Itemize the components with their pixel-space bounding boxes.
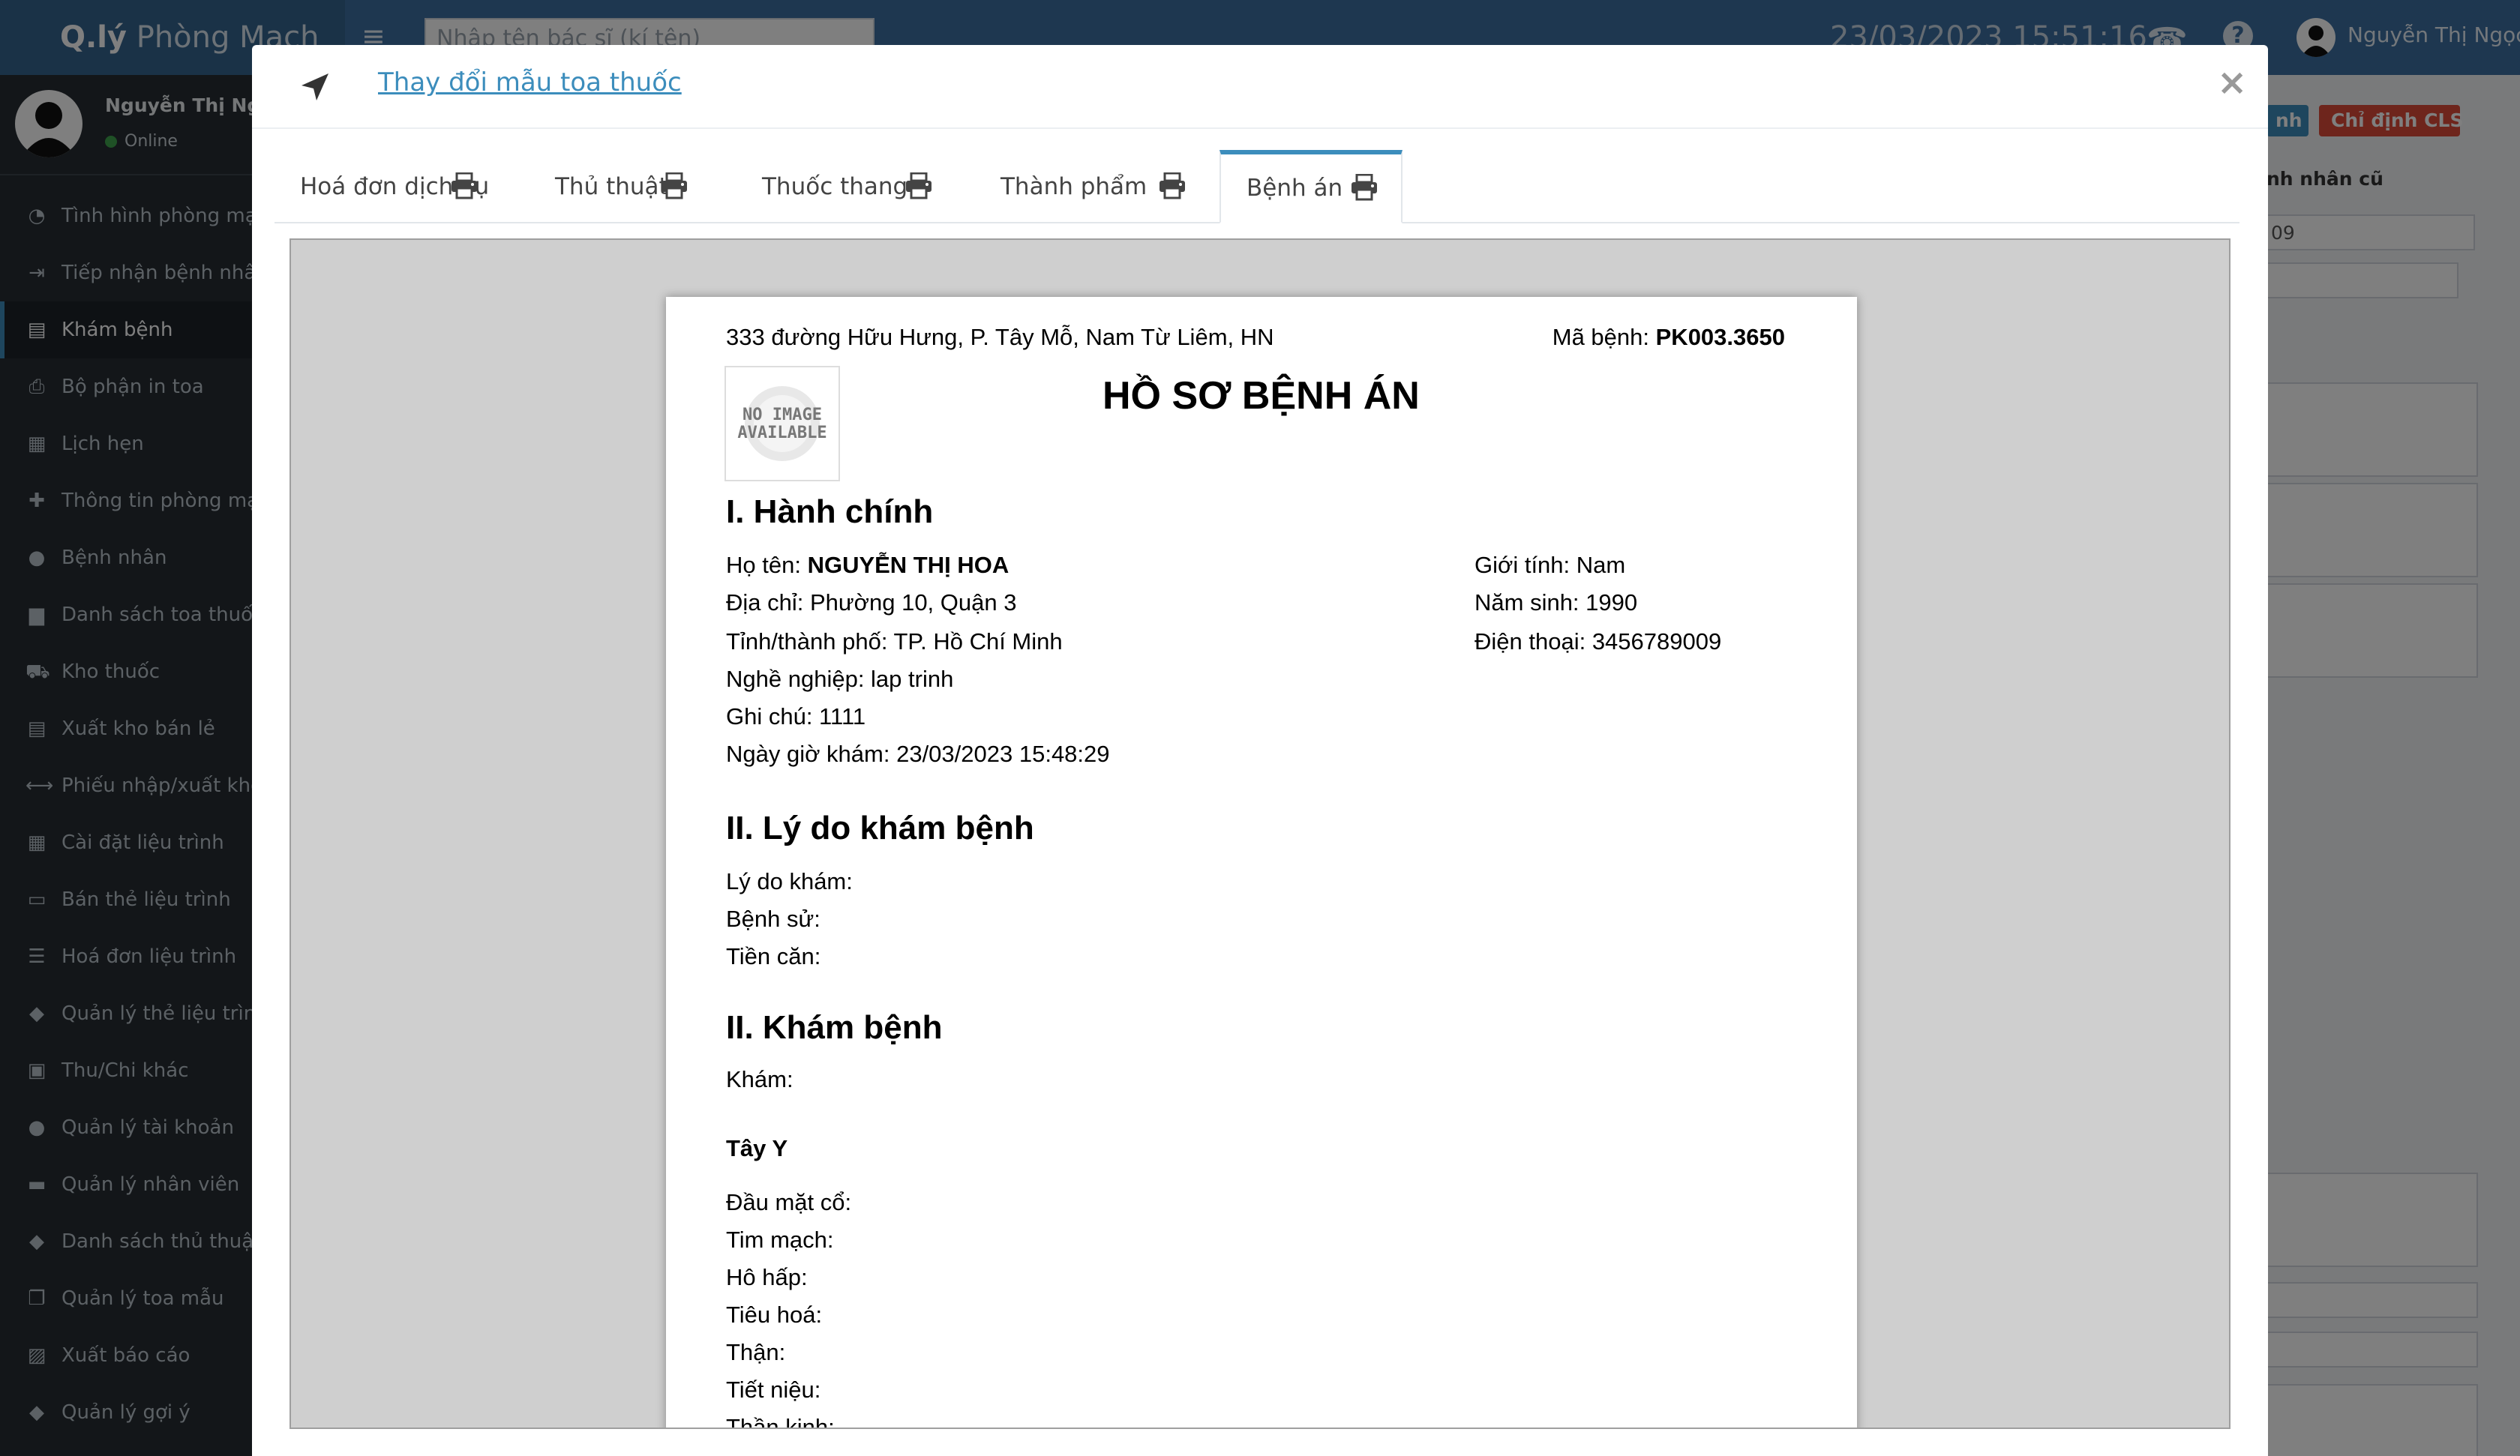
close-button[interactable]: × [2217, 61, 2247, 103]
patient-note: Ghi chú: 1111 [726, 703, 866, 729]
svg-text:NO IMAGE: NO IMAGE [742, 406, 822, 424]
clinic-address: 333 đường Hữu Hưng, P. Tây Mỗ, Nam Từ Li… [726, 324, 1274, 350]
clinic-logo: NO IMAGE AVAILABLE [724, 366, 840, 481]
tab-medical-record[interactable]: Bệnh án [1220, 150, 1402, 223]
tab-finished-products[interactable]: Thành phẩm [975, 150, 1208, 223]
location-arrow-icon [302, 73, 328, 100]
cardio-field: Tim mạch: [726, 1227, 834, 1253]
kidney-field: Thận: [726, 1339, 786, 1365]
print-tabs: Hoá đơn dịch vụ Thủ thuật Thuốc thang Th… [274, 150, 2240, 223]
medical-record-page: 333 đường Hữu Hưng, P. Tây Mỗ, Nam Từ Li… [666, 297, 1857, 1429]
print-icon[interactable] [1350, 174, 1378, 201]
exam-datetime: Ngày giờ khám: 23/03/2023 15:48:29 [726, 741, 1110, 767]
nerve-field: Thần kinh: [726, 1414, 835, 1429]
head-neck-field: Đầu mặt cổ: [726, 1189, 852, 1215]
document-preview[interactable]: 333 đường Hữu Hưng, P. Tây Mỗ, Nam Từ Li… [290, 238, 2230, 1429]
past-history-field: Tiền căn: [726, 943, 821, 969]
section-examination: II. Khám bệnh [726, 1009, 943, 1046]
respiratory-field: Hô hấp: [726, 1264, 808, 1290]
print-icon[interactable] [660, 172, 688, 199]
urinary-field: Tiết niệu: [726, 1377, 821, 1403]
change-template-link[interactable]: Thay đổi mẫu toa thuốc [378, 67, 682, 97]
print-preview-modal: Thay đổi mẫu toa thuốc × Hoá đơn dịch vụ… [252, 45, 2268, 1456]
patient-birth-year: Năm sinh: 1990 [1474, 589, 1638, 616]
section-administrative: I. Hành chính [726, 493, 934, 530]
history-field: Bệnh sử: [726, 906, 820, 932]
print-icon[interactable] [904, 172, 933, 199]
patient-address: Địa chỉ: Phường 10, Quận 3 [726, 589, 1017, 616]
patient-occupation: Nghề nghiệp: lap trinh [726, 666, 954, 692]
document-title: HỒ SƠ BỆNH ÁN [1102, 374, 1420, 418]
tab-service-invoice[interactable]: Hoá đơn dịch vụ [274, 150, 500, 223]
tab-procedures[interactable]: Thủ thuật [530, 150, 710, 223]
record-code: Mã bệnh: PK003.3650 [1552, 324, 1785, 350]
patient-name: Họ tên: NGUYỄN THỊ HOA [726, 552, 1010, 578]
modal-header: Thay đổi mẫu toa thuốc × [252, 45, 2268, 129]
western-medicine-heading: Tây Y [726, 1135, 788, 1161]
patient-gender: Giới tính: Nam [1474, 552, 1626, 578]
svg-text:AVAILABLE: AVAILABLE [737, 424, 826, 442]
exam-field: Khám: [726, 1066, 794, 1092]
patient-phone: Điện thoại: 3456789009 [1474, 628, 1722, 655]
print-icon[interactable] [450, 172, 478, 199]
section-reason: II. Lý do khám bệnh [726, 810, 1034, 846]
tab-herbal-medicine[interactable]: Thuốc thang [736, 150, 954, 223]
patient-province: Tỉnh/thành phố: TP. Hồ Chí Minh [726, 628, 1063, 655]
reason-field: Lý do khám: [726, 868, 853, 894]
print-icon[interactable] [1158, 172, 1186, 199]
digestive-field: Tiêu hoá: [726, 1302, 823, 1328]
